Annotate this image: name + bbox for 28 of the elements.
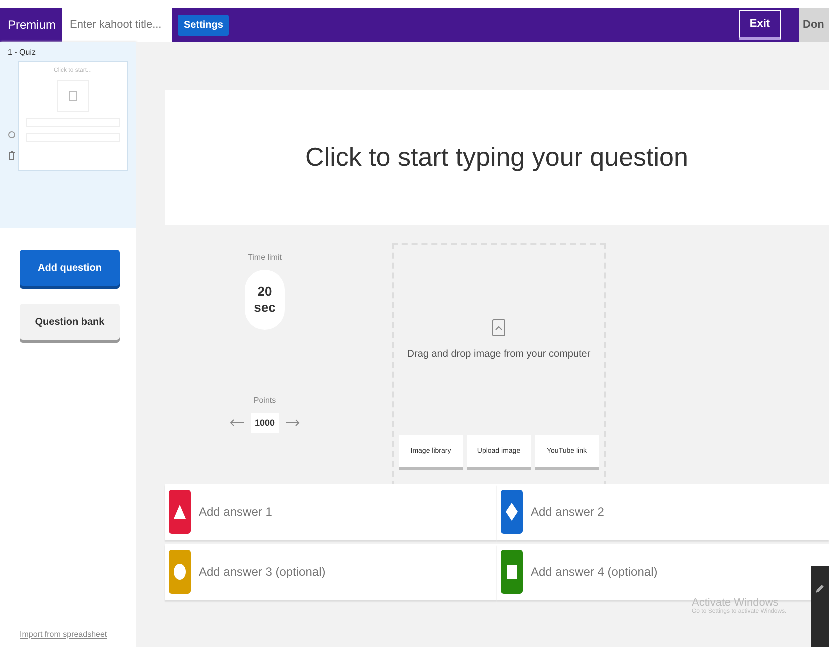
- time-limit-label: Time limit: [248, 253, 282, 262]
- time-limit-selector[interactable]: 20 sec: [245, 270, 285, 330]
- points-selector[interactable]: 1000: [250, 413, 280, 433]
- answer-field[interactable]: Add answer 1: [165, 484, 497, 540]
- plan-label: Premium: [8, 18, 56, 32]
- question-field[interactable]: Click to start typing your question: [165, 90, 829, 225]
- import-link[interactable]: Import from spreadsheet: [20, 630, 136, 639]
- right-arrow-icon: [285, 419, 302, 427]
- answer-placeholder: Add answer 1: [199, 505, 272, 519]
- answer-field[interactable]: Add answer 3 (optional): [165, 544, 497, 600]
- trash-icon: [8, 151, 16, 161]
- slide-label: 1 - Quiz: [8, 48, 38, 57]
- answer-placeholder: Add answer 4 (optional): [531, 565, 658, 579]
- activation-title: Activate Windows: [692, 597, 779, 609]
- drop-hint: Drag and drop image from your computer: [407, 349, 591, 360]
- pencil-icon: [815, 584, 825, 594]
- image-file-icon: [492, 319, 506, 337]
- title-field[interactable]: Enter kahoot title...: [62, 8, 172, 42]
- left-arrow-icon: [228, 419, 245, 427]
- answer-placeholder: Add answer 2: [531, 505, 604, 519]
- done-button[interactable]: Don: [799, 8, 829, 42]
- image-icon: [69, 91, 77, 101]
- add-question-button[interactable]: Add question: [20, 250, 120, 286]
- answer-placeholder: Add answer 3 (optional): [199, 565, 326, 579]
- question-bank-button[interactable]: Question bank: [20, 304, 120, 340]
- answer-field[interactable]: Add answer 2: [497, 484, 829, 540]
- settings-button[interactable]: Settings: [178, 14, 230, 36]
- points-label: Points: [254, 396, 276, 405]
